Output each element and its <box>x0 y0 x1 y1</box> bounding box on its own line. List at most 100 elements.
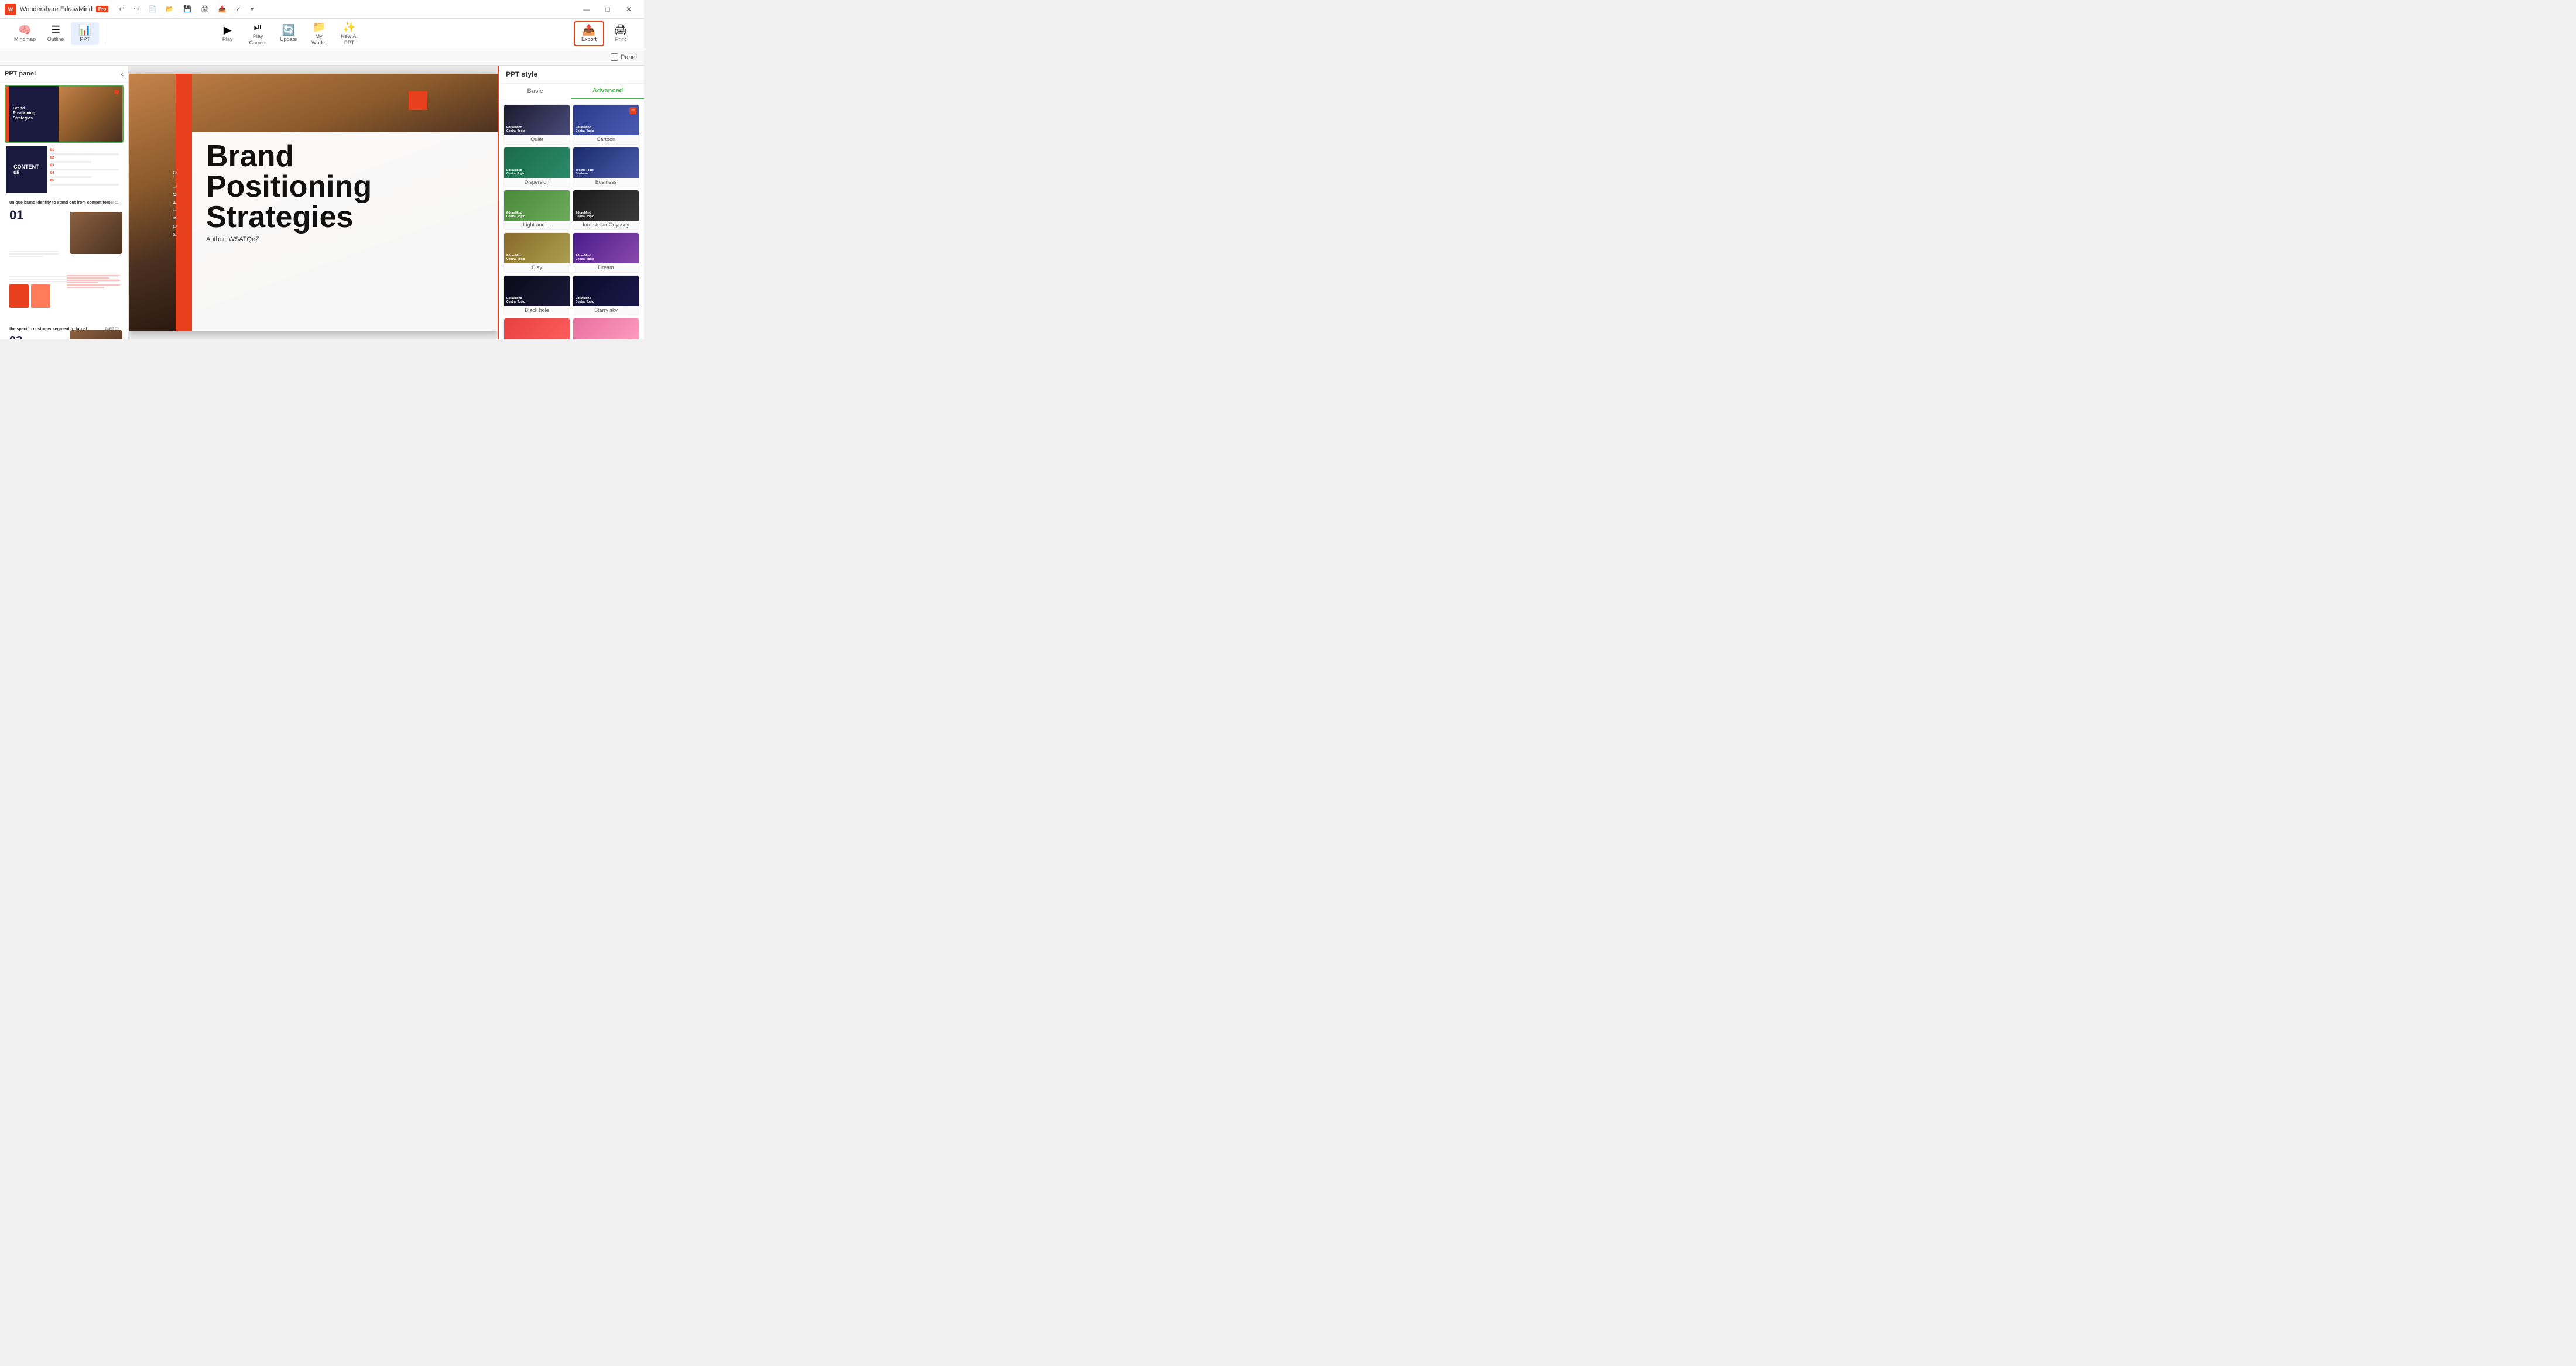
style-thumb-business-text: central TopicBusiness <box>576 169 594 176</box>
slide-thumb-5[interactable]: the specific customer segment to target.… <box>5 323 124 339</box>
outline-icon: ☰ <box>51 25 60 35</box>
slide-thumb-1[interactable]: BrandPositioningStrategies <box>5 85 124 143</box>
print-icon: 🖨 <box>614 25 628 35</box>
export-button[interactable]: 📤 Export <box>574 21 604 46</box>
print-title-button[interactable]: 🖨 <box>197 4 213 14</box>
style-thumb-lightand: EdrawMindCentral Topic <box>504 190 570 221</box>
open-file-button[interactable]: 📂 <box>162 4 177 14</box>
slide-2-line4 <box>50 176 91 178</box>
main-slide: P O R T F O L I O Brand Positioning Stra… <box>129 74 498 331</box>
slide-thumb-2[interactable]: CONTENT05 01 02 03 04 05 <box>5 145 124 194</box>
slide-2-line3 <box>50 169 119 170</box>
style-item-festive[interactable]: EdrawMindCentral Topic Festive <box>503 318 570 339</box>
style-label-blackhole: Black hole <box>504 306 570 315</box>
outline-label: Outline <box>47 36 64 43</box>
panel-checkbox[interactable] <box>611 53 618 61</box>
play-tool[interactable]: ▶ Play <box>214 22 242 45</box>
ppt-tool[interactable]: 📊 PPT <box>71 22 99 45</box>
style-item-starrysky[interactable]: EdrawMindCentral Topic Starry sky <box>573 275 639 315</box>
more-button[interactable]: ▾ <box>247 4 258 14</box>
print-label: Print <box>615 36 626 43</box>
save-button[interactable]: 💾 <box>180 4 195 14</box>
slide-thumb-4[interactable] <box>5 272 124 321</box>
tab-basic[interactable]: Basic <box>499 84 571 99</box>
left-panel: PPT panel ‹ BrandPositioningStrategies C… <box>0 66 129 339</box>
style-thumb-blackhole-text: EdrawMindCentral Topic <box>506 297 525 304</box>
style-item-cartoon[interactable]: EdrawMindCentral Topic 23 Cartoon <box>573 104 639 145</box>
close-button[interactable]: ✕ <box>618 0 639 19</box>
slide-4-pinkline4 <box>67 282 99 283</box>
slide-3-photo <box>70 212 122 254</box>
slide-vertical-text: P O R T F O L I O <box>173 169 178 236</box>
new-file-button[interactable]: 📄 <box>145 4 160 14</box>
style-label-dream: Dream <box>573 263 639 272</box>
share-button[interactable]: 📤 <box>215 4 230 14</box>
slide-2-right: 01 02 03 04 05 <box>47 146 122 193</box>
style-item-dispersion[interactable]: EdrawMindCentral Topic Dispersion <box>503 147 570 187</box>
panel-title: PPT panel <box>5 70 36 77</box>
tab-advanced[interactable]: Advanced <box>571 84 644 99</box>
slide-3-part: PART 01 <box>105 201 119 205</box>
style-thumb-dispersion-text: EdrawMindCentral Topic <box>506 169 525 176</box>
play-icon: ▶ <box>224 25 232 35</box>
panel-check-label[interactable]: Panel <box>621 54 637 61</box>
print-tool[interactable]: 🖨 Print <box>607 22 635 45</box>
style-item-clay[interactable]: EdrawMindCentral Topic Clay <box>503 232 570 273</box>
collapse-panel-button[interactable]: ‹ <box>121 69 124 78</box>
outline-tool[interactable]: ☰ Outline <box>42 22 70 45</box>
new-ai-ppt-tool[interactable]: ✨ New AIPPT <box>335 19 364 49</box>
style-label-business: Business <box>573 178 639 187</box>
play-current-tool[interactable]: ⏯ PlayCurrent <box>244 19 272 49</box>
slide-2-preview: CONTENT05 01 02 03 04 05 <box>6 146 122 193</box>
slide-2-num2: 02 <box>50 156 119 160</box>
style-item-dream[interactable]: EdrawMindCentral Topic Dream <box>573 232 639 273</box>
slide-red-square <box>409 91 427 110</box>
style-thumb-dispersion: EdrawMindCentral Topic <box>504 147 570 178</box>
style-item-blackhole[interactable]: EdrawMindCentral Topic Black hole <box>503 275 570 315</box>
style-tabs: Basic Advanced <box>499 84 644 99</box>
style-item-business[interactable]: central TopicBusiness Business <box>573 147 639 187</box>
new-ai-ppt-icon: ✨ <box>342 22 355 32</box>
verify-button[interactable]: ✓ <box>232 4 244 14</box>
slide-4-box2 <box>31 284 50 308</box>
slide-author: Author: WSATQeZ <box>206 236 372 243</box>
style-item-lightand[interactable]: EdrawMindCentral Topic Light and ... <box>503 190 570 230</box>
style-label-interstellar: Interstellar Odyssey <box>573 221 639 229</box>
undo-button[interactable]: ↩ <box>115 4 128 14</box>
ribbon-right: 📤 Export 🖨 Print <box>574 21 635 46</box>
minimize-button[interactable]: — <box>576 0 597 19</box>
style-item-interstellar[interactable]: EdrawMindCentral Topic Interstellar Odys… <box>573 190 639 230</box>
style-item-cherry[interactable]: EdrawMindCentral Topic Cherry blossoms <box>573 318 639 339</box>
ppt-label: PPT <box>80 36 90 43</box>
style-thumb-blackhole: EdrawMindCentral Topic <box>504 276 570 306</box>
ribbon: 🧠 Mindmap ☰ Outline 📊 PPT ▶ Play ⏯ PlayC… <box>0 19 644 49</box>
slide-2-line2 <box>50 161 91 163</box>
my-works-tool[interactable]: 📁 MyWorks <box>305 19 333 49</box>
slide-4-pinkline2 <box>67 277 109 279</box>
mindmap-tool[interactable]: 🧠 Mindmap <box>9 22 40 45</box>
style-panel: PPT style Basic Advanced EdrawMindCentra… <box>498 66 644 339</box>
style-label-starrysky: Starry sky <box>573 306 639 315</box>
export-label: Export <box>581 36 597 43</box>
style-thumb-starrysky: EdrawMindCentral Topic <box>573 276 639 306</box>
style-label-cartoon: Cartoon <box>573 135 639 144</box>
update-tool[interactable]: 🔄 Update <box>275 22 303 45</box>
export-icon: 📤 <box>583 25 595 35</box>
slide-4-preview <box>6 273 122 320</box>
style-thumb-quiet: EdrawMindCentral Topic <box>504 105 570 135</box>
style-thumb-clay-text: EdrawMindCentral Topic <box>506 254 525 261</box>
mindmap-label: Mindmap <box>14 36 36 43</box>
slide-thumb-3[interactable]: unique brand identity to stand out from … <box>5 197 124 269</box>
panel-header: PPT panel ‹ <box>0 66 128 83</box>
style-item-quiet[interactable]: EdrawMindCentral Topic Quiet <box>503 104 570 145</box>
style-thumb-cherry: EdrawMindCentral Topic <box>573 318 639 339</box>
redo-button[interactable]: ↪ <box>130 4 142 14</box>
main-layout: PPT panel ‹ BrandPositioningStrategies C… <box>0 66 644 339</box>
slide-3-line2 <box>9 253 59 255</box>
style-thumb-interstellar: EdrawMindCentral Topic <box>573 190 639 221</box>
maximize-button[interactable]: □ <box>597 0 618 19</box>
slide-red-bar <box>176 74 192 331</box>
window-controls: — □ ✕ <box>576 0 639 19</box>
style-thumb-cartoon-text: EdrawMindCentral Topic <box>576 126 594 133</box>
style-label-quiet: Quiet <box>504 135 570 144</box>
